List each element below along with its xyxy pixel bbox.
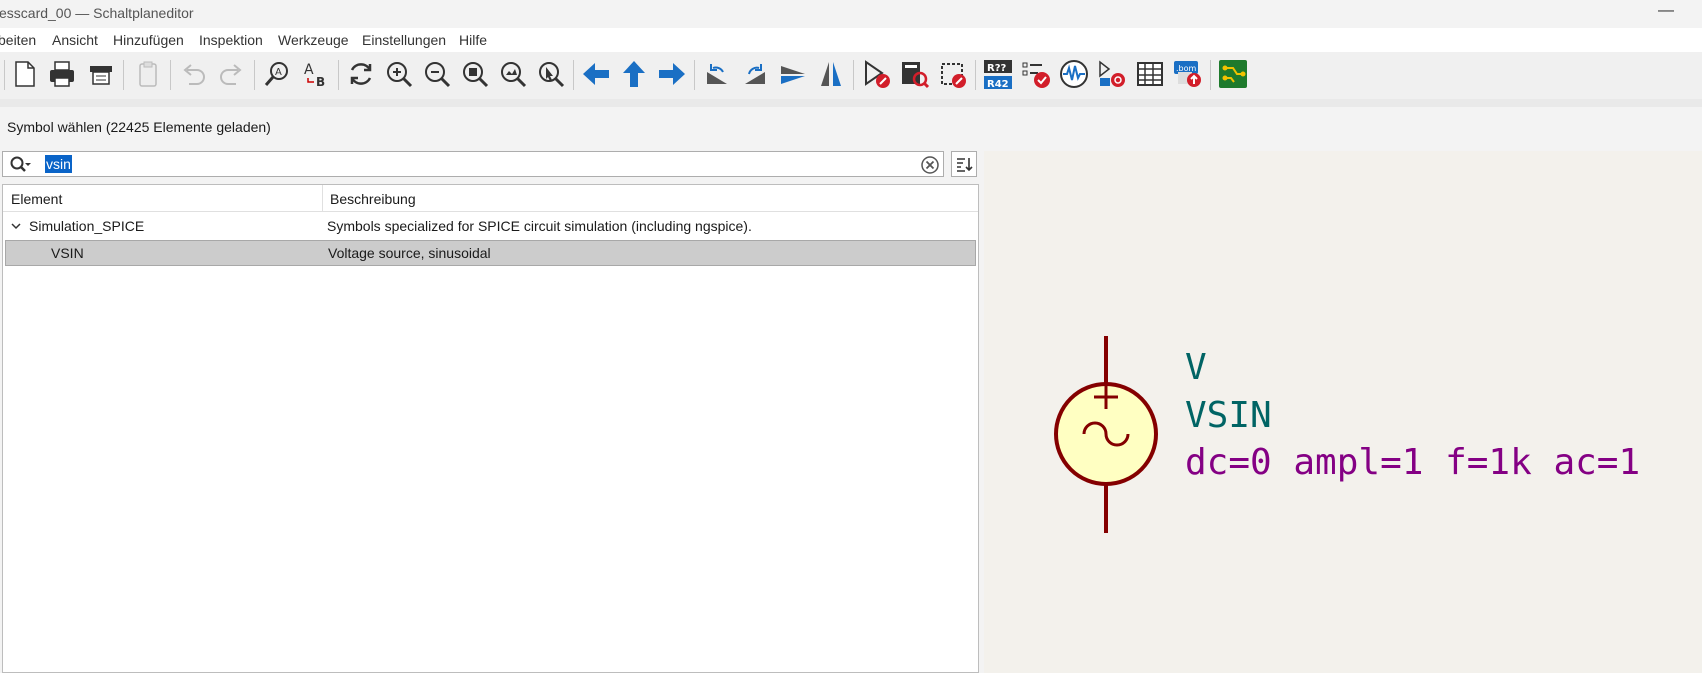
toolbar-separator [123, 60, 124, 90]
print-icon[interactable] [44, 56, 80, 92]
toolbar-separator [573, 60, 574, 90]
minimize-button[interactable]: — [1658, 2, 1674, 20]
find-icon[interactable]: A [259, 56, 295, 92]
refresh-icon[interactable] [343, 56, 379, 92]
erc-icon[interactable] [1018, 56, 1054, 92]
page-settings-icon[interactable] [6, 56, 42, 92]
clear-search-icon[interactable] [921, 156, 939, 174]
symbol-reference: V [1185, 347, 1207, 388]
toolbar-separator [1210, 60, 1211, 90]
zoom-objects-icon[interactable] [495, 56, 531, 92]
search-field[interactable]: vsin [2, 151, 944, 177]
title-bar: esscard_00 — Schaltplaneditor — [0, 0, 1702, 28]
symbol-preview: V VSIN dc=0 ampl=1 f=1k ac=1 [984, 151, 1702, 673]
column-header-description[interactable]: Beschreibung [330, 191, 416, 207]
tree-row-description: Symbols specialized for SPICE circuit si… [327, 218, 752, 234]
svg-text:.bom: .bom [1176, 64, 1197, 73]
toolbar-separator [975, 60, 976, 90]
toolbar-separator [694, 60, 695, 90]
toolbar-separator [853, 60, 854, 90]
sort-button[interactable] [951, 151, 977, 177]
fields-table-icon[interactable] [1132, 56, 1168, 92]
symbol-editor-icon[interactable] [858, 56, 894, 92]
menu-werkzeuge[interactable]: Werkzeuge [278, 32, 349, 48]
menu-hilfe[interactable]: Hilfe [459, 32, 487, 48]
sort-icon [957, 158, 973, 172]
toolbar-separator [170, 60, 171, 90]
zoom-out-icon[interactable] [419, 56, 455, 92]
toolbar-separator [338, 60, 339, 90]
svg-text:R42: R42 [987, 79, 1009, 90]
menu-hinzufuegen[interactable]: Hinzufügen [113, 32, 184, 48]
tree-row-name: Simulation_SPICE [29, 218, 145, 234]
mirror-vertical-icon[interactable] [775, 56, 811, 92]
rotate-ccw-icon[interactable] [699, 56, 735, 92]
column-divider[interactable] [322, 185, 323, 211]
undo-icon[interactable] [175, 56, 211, 92]
main-toolbar: A AB R?? R42 .bom [0, 52, 1702, 99]
arrow-up-icon[interactable] [616, 56, 652, 92]
svg-text:A: A [304, 62, 314, 78]
pcb-editor-icon[interactable] [1215, 56, 1251, 92]
dialog-title-bar: Symbol wählen (22425 Elemente geladen) [0, 107, 1702, 151]
paste-icon[interactable] [130, 56, 166, 92]
window-title: esscard_00 — Schaltplaneditor [0, 5, 194, 21]
menu-ansicht[interactable]: Ansicht [52, 32, 98, 48]
menu-einstellungen[interactable]: Einstellungen [362, 32, 446, 48]
svg-text:B: B [316, 75, 325, 89]
mirror-horizontal-icon[interactable] [813, 56, 849, 92]
find-replace-icon[interactable]: AB [298, 56, 334, 92]
search-icon[interactable] [9, 155, 31, 175]
tree-row-name: VSIN [51, 245, 84, 261]
simulator-icon[interactable] [1056, 56, 1092, 92]
symbol-parameters: dc=0 ampl=1 f=1k ac=1 [1185, 442, 1640, 483]
plot-icon[interactable] [83, 56, 119, 92]
chevron-down-icon[interactable] [11, 221, 21, 231]
symbol-browser-icon[interactable] [896, 56, 932, 92]
svg-text:A: A [275, 67, 282, 78]
zoom-in-icon[interactable] [381, 56, 417, 92]
redo-icon[interactable] [214, 56, 250, 92]
footprint-editor-icon[interactable] [934, 56, 970, 92]
arrow-right-icon[interactable] [654, 56, 690, 92]
symbol-value: VSIN [1185, 395, 1272, 436]
assign-footprints-icon[interactable] [1094, 56, 1130, 92]
menu-bar: beiten Ansicht Hinzufügen Inspektion Wer… [0, 28, 1702, 52]
tree-row-symbol-selected[interactable]: VSIN Voltage source, sinusoidal [5, 240, 976, 266]
arrow-left-icon[interactable] [578, 56, 614, 92]
zoom-selection-icon[interactable] [533, 56, 569, 92]
menu-bearbeiten[interactable]: beiten [0, 32, 36, 48]
symbol-tree[interactable]: Element Beschreibung Simulation_SPICE Sy… [2, 184, 979, 673]
toolbar-separator [4, 60, 5, 90]
tree-header: Element Beschreibung [3, 185, 978, 212]
column-header-element[interactable]: Element [11, 191, 62, 207]
tree-row-library[interactable]: Simulation_SPICE Symbols specialized for… [3, 213, 978, 239]
symbol-preview-canvas: V VSIN dc=0 ampl=1 f=1k ac=1 [1054, 336, 1640, 533]
dialog-title: Symbol wählen (22425 Elemente geladen) [7, 119, 271, 135]
zoom-fit-icon[interactable] [457, 56, 493, 92]
svg-text:R??: R?? [987, 63, 1007, 74]
annotate-icon[interactable]: R?? R42 [980, 56, 1016, 92]
toolbar-separator [254, 60, 255, 90]
menu-inspektion[interactable]: Inspektion [199, 32, 263, 48]
rotate-cw-icon[interactable] [737, 56, 773, 92]
tree-row-description: Voltage source, sinusoidal [328, 245, 491, 261]
search-input[interactable]: vsin [45, 155, 72, 173]
bom-icon[interactable]: .bom [1170, 56, 1206, 92]
